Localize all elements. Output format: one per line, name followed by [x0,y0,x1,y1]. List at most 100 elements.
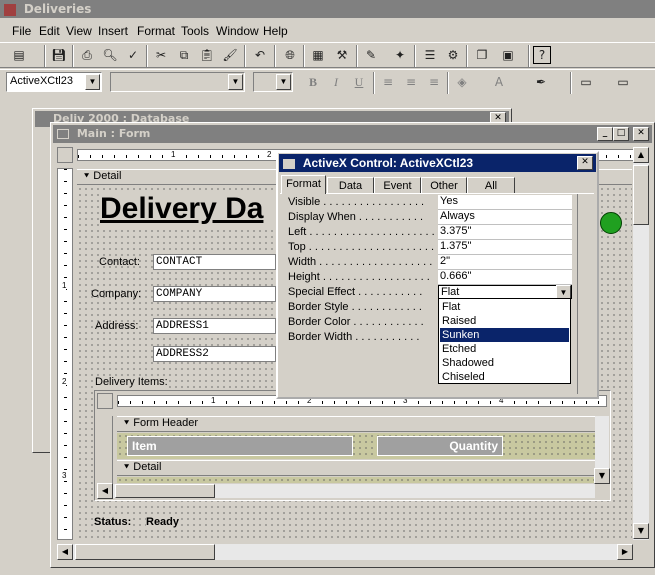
menu-format[interactable]: Format [137,24,175,38]
dropdown-option-shadowed[interactable]: Shadowed [440,356,569,370]
close-icon[interactable]: ✕ [633,127,649,141]
prop-row-height[interactable]: Height . . . . . . . . . . . . . . . . .… [284,270,574,286]
paste-icon[interactable]: 📋︎ [196,44,218,66]
tab-data[interactable]: Data [327,177,374,194]
form-title[interactable]: Delivery Da [100,192,276,226]
special-effect-dropdown[interactable]: Flat Raised Sunken Etched Shadowed Chise… [438,298,571,384]
menu-insert[interactable]: Insert [98,24,128,38]
spelling-icon[interactable]: ✓ [122,44,144,66]
scroll-down-icon[interactable]: ▼ [594,468,610,484]
format-painter-icon[interactable]: 🖌︎ [219,44,241,66]
company-label[interactable]: Company: [91,288,141,300]
quantity-column-header[interactable]: Quantity [377,436,503,456]
line-color-icon[interactable]: ✒ [530,71,552,93]
menu-edit[interactable]: Edit [39,24,60,38]
menu-help[interactable]: Help [263,24,288,38]
special-effect-icon[interactable]: ▭ [612,71,634,93]
maximize-icon[interactable]: □ [613,127,629,141]
prop-row-width[interactable]: Width . . . . . . . . . . . . . . . . . … [284,255,574,271]
status-label[interactable]: Status: [94,516,132,528]
form-hscrollbar[interactable]: ◀ ▶ [57,544,633,560]
align-right-icon[interactable]: ≡ [423,71,445,93]
print-icon[interactable]: ⎙ [76,44,98,66]
underline-button[interactable]: U [348,71,370,93]
minimize-icon[interactable]: _ [597,127,613,141]
subform-vscrollbar[interactable]: ▼ [594,416,610,484]
menu-file[interactable]: File [12,24,31,38]
prop-value[interactable]: 2" [438,255,572,270]
undo-icon[interactable]: ↶ [249,44,271,66]
contact-label[interactable]: Contact: [99,256,140,268]
view-icon[interactable]: ▤ [8,44,30,66]
print-preview-icon[interactable]: 🔍︎ [99,44,121,66]
address2-field[interactable]: ADDRESS2 [153,346,276,362]
dropdown-option-flat[interactable]: Flat [440,300,569,314]
hyperlink-icon[interactable]: 🌐︎ [279,44,301,66]
font-color-icon[interactable]: A [488,71,510,93]
delivery-items-subform[interactable]: 1 2 3 4 ⯆ Form Header Item Quantity ⯆ De… [94,390,611,501]
prop-value[interactable]: 0.666" [438,270,572,285]
new-object-icon[interactable]: ▣ [497,44,519,66]
properties-vscrollbar[interactable] [577,194,593,394]
prop-value[interactable]: 3.375" [438,225,572,240]
italic-button[interactable]: I [325,71,347,93]
scroll-thumb[interactable] [633,165,649,225]
subform-hscrollbar[interactable]: ◀ [97,483,595,499]
cut-icon[interactable]: ✂ [150,44,172,66]
tab-all[interactable]: All [467,177,515,194]
address-label[interactable]: Address: [95,320,138,332]
company-field[interactable]: COMPANY [153,286,276,302]
database-window-icon[interactable]: ❐ [471,44,493,66]
scroll-thumb[interactable] [115,484,215,498]
fill-color-icon[interactable]: ◈ [451,71,473,93]
subform-detail-section-bar[interactable]: ⯆ Detail [117,460,595,476]
scroll-up-icon[interactable]: ▲ [633,147,649,163]
prop-value[interactable]: Flat [438,285,572,299]
copy-icon[interactable]: ⧉ [173,44,195,66]
tab-other[interactable]: Other [421,177,467,194]
dropdown-option-chiseled[interactable]: Chiseled [440,370,569,384]
align-center-icon[interactable]: ≡ [400,71,422,93]
dropdown-option-etched[interactable]: Etched [440,342,569,356]
scroll-right-icon[interactable]: ▶ [617,544,633,560]
scroll-thumb[interactable] [75,544,215,560]
activex-control-icon[interactable] [600,212,622,234]
tab-event[interactable]: Event [374,177,421,194]
field-list-icon[interactable]: ▦ [307,44,329,66]
align-left-icon[interactable]: ≡ [377,71,399,93]
close-icon[interactable]: ✕ [577,156,593,170]
help-icon[interactable]: ? [533,46,551,64]
bold-button[interactable]: B [302,71,324,93]
prop-value[interactable]: Yes [438,195,572,210]
prop-row-display-when[interactable]: Display When . . . . . . . . . . . Alway… [284,210,574,226]
prop-value[interactable]: 1.375" [438,240,572,255]
font-size-combo[interactable]: ▼ [253,72,293,92]
chevron-down-icon[interactable]: ▼ [276,74,291,90]
chevron-down-icon[interactable]: ▼ [85,74,100,90]
font-name-combo[interactable]: ▼ [110,72,245,92]
dropdown-option-sunken[interactable]: Sunken [440,328,569,342]
contact-field[interactable]: CONTACT [153,254,276,270]
delivery-items-label[interactable]: Delivery Items: [95,376,168,388]
chevron-down-icon[interactable]: ▼ [228,74,243,90]
scroll-left-icon[interactable]: ◀ [57,544,73,560]
build-icon[interactable]: ⚙ [442,44,464,66]
menu-tools[interactable]: Tools [181,24,209,38]
menu-window[interactable]: Window [216,24,259,38]
autoformat-icon[interactable]: ✎ [360,44,382,66]
menu-view[interactable]: View [66,24,92,38]
prop-value[interactable]: Always [438,210,572,225]
status-value[interactable]: Ready [146,516,180,528]
prop-row-top[interactable]: Top . . . . . . . . . . . . . . . . . . … [284,240,574,256]
object-combo[interactable]: ActiveXCtl23 ▼ [6,72,102,92]
prop-row-visible[interactable]: Visible . . . . . . . . . . . . . . . . … [284,195,574,211]
form-vscrollbar[interactable]: ▲ ▼ [633,147,649,540]
prop-row-left[interactable]: Left . . . . . . . . . . . . . . . . . .… [284,225,574,241]
form-header-section-bar[interactable]: ⯆ Form Header [117,416,595,432]
dropdown-option-raised[interactable]: Raised [440,314,569,328]
item-column-header[interactable]: Item [127,436,353,456]
save-icon[interactable]: 💾︎ [48,44,70,66]
line-width-icon[interactable]: ▭ [575,71,597,93]
tab-format[interactable]: Format [281,175,326,194]
code-icon[interactable]: ✦ [389,44,411,66]
